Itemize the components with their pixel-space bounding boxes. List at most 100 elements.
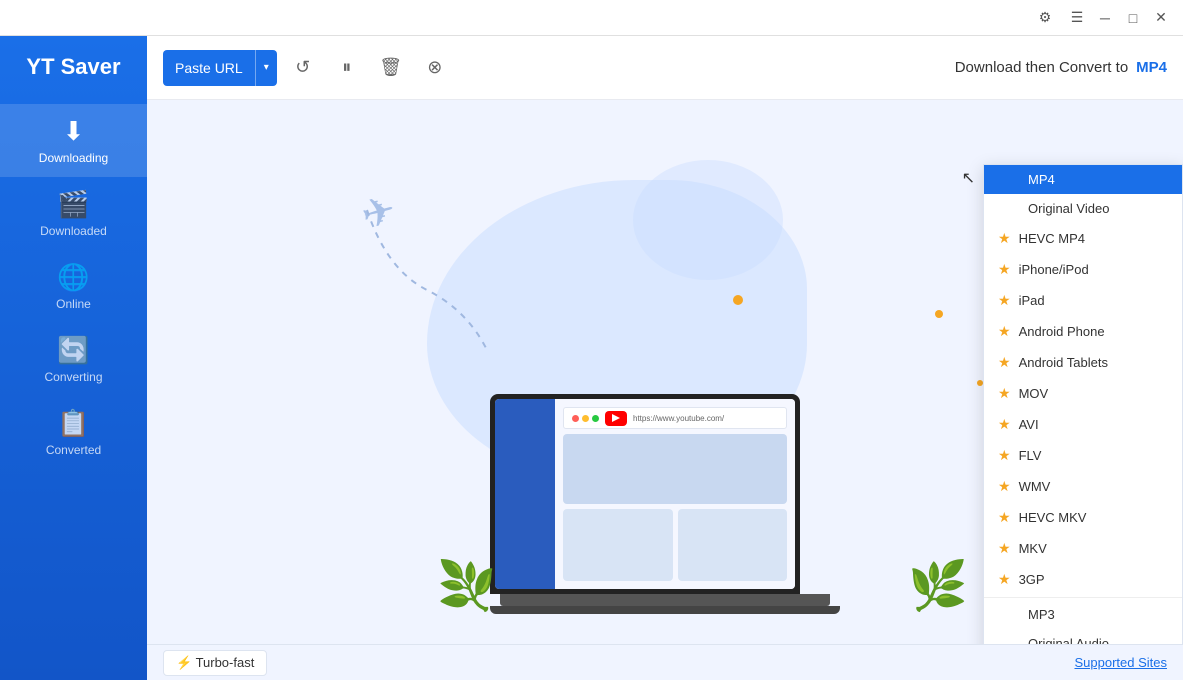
star-icon: ★ — [998, 416, 1011, 433]
laptop-screen: https://www.youtube.com/ — [495, 399, 795, 589]
star-icon: ★ — [998, 323, 1011, 340]
dropdown-item-mp4[interactable]: MP4 — [984, 165, 1182, 194]
dropdown-item-original-video[interactable]: Original Video — [984, 194, 1182, 223]
title-bar: ⚙ ☰ ─ □ ✕ — [0, 0, 1183, 36]
dropdown-item-label: 3GP — [1019, 572, 1045, 587]
sidebar-item-downloaded[interactable]: 🎬 Downloaded — [0, 177, 147, 250]
dropdown-item-iphone-ipod[interactable]: ★ iPhone/iPod — [984, 254, 1182, 285]
laptop-stand — [490, 606, 840, 614]
close-button[interactable]: ✕ — [1147, 4, 1175, 32]
plant-left: 🌿 — [437, 557, 497, 614]
dropdown-item-wmv[interactable]: ★ WMV — [984, 471, 1182, 502]
dropdown-item-mkv[interactable]: ★ MKV — [984, 533, 1182, 564]
dropdown-item-original-audio[interactable]: Original Audio — [984, 629, 1182, 644]
format-selector-link[interactable]: MP4 — [1136, 59, 1167, 76]
star-icon: ★ — [998, 385, 1011, 402]
menu-button[interactable]: ☰ — [1063, 4, 1091, 32]
dropdown-item-label: AVI — [1019, 417, 1039, 432]
gear-button[interactable]: ⚙ — [1031, 4, 1059, 32]
laptop-illustration: https://www.youtube.com/ — [490, 394, 840, 614]
dropdown-item-mov[interactable]: ★ MOV — [984, 378, 1182, 409]
paste-url-dropdown-arrow[interactable]: ▾ — [256, 50, 277, 86]
star-icon: ★ — [998, 354, 1011, 371]
sidebar-label-converting: Converting — [44, 370, 102, 384]
star-icon: ★ — [998, 261, 1011, 278]
dropdown-item-label: Original Video — [1028, 201, 1109, 216]
dropdown-item-label: MP3 — [1028, 607, 1055, 622]
dropdown-item-hevc-mkv[interactable]: ★ HEVC MKV — [984, 502, 1182, 533]
sidebar-label-online: Online — [56, 297, 91, 311]
dropdown-item-avi[interactable]: ★ AVI — [984, 409, 1182, 440]
star-icon: ★ — [998, 230, 1011, 247]
plant-right: 🌿 — [908, 557, 968, 614]
screen-traffic-lights — [572, 415, 599, 422]
sidebar-item-downloading[interactable]: ⬇ Downloading — [0, 104, 147, 177]
dot-red — [572, 415, 579, 422]
dot-yellow — [582, 415, 589, 422]
screen-address-bar: https://www.youtube.com/ — [563, 407, 787, 429]
dropdown-item-label: MOV — [1019, 386, 1049, 401]
dot-orange-1 — [733, 295, 743, 305]
dropdown-item-hevc-mp4[interactable]: ★ HEVC MP4 — [984, 223, 1182, 254]
star-icon: ★ — [998, 571, 1011, 588]
pause-button[interactable]: ⏸ — [329, 50, 365, 86]
dropdown-item-label: MP4 — [1028, 172, 1055, 187]
sidebar: YT Saver ⬇ Downloading 🎬 Downloaded 🌐 On… — [0, 36, 147, 680]
dropdown-item-label: HEVC MP4 — [1019, 231, 1085, 246]
convert-icon: 🔄 — [57, 335, 89, 366]
sidebar-item-converting[interactable]: 🔄 Converting — [0, 323, 147, 396]
supported-sites-link[interactable]: Supported Sites — [1074, 655, 1167, 670]
maximize-button[interactable]: □ — [1119, 4, 1147, 32]
screen-thumb-1 — [563, 509, 673, 581]
video-icon: 🎬 — [57, 189, 89, 220]
minimize-button[interactable]: ─ — [1091, 4, 1119, 32]
screen-content: https://www.youtube.com/ — [555, 399, 795, 589]
dropdown-item-label: Android Phone — [1019, 324, 1105, 339]
screen-large-thumb — [563, 434, 787, 504]
list-icon: 📋 — [57, 408, 89, 439]
star-icon: ★ — [998, 478, 1011, 495]
dropdown-item-label: iPhone/iPod — [1019, 262, 1089, 277]
dot-green — [592, 415, 599, 422]
youtube-button — [605, 411, 627, 426]
toolbar: Paste URL ▾ ↺ ⏸ 🗑 ⊗ Download then Conver… — [147, 36, 1183, 100]
globe-icon: 🌐 — [57, 262, 89, 293]
star-icon: ★ — [998, 540, 1011, 557]
cursor-indicator: ↖ — [962, 168, 975, 188]
dropdown-item-android-tablets[interactable]: ★ Android Tablets — [984, 347, 1182, 378]
laptop-screen-frame: https://www.youtube.com/ — [490, 394, 800, 594]
dropdown-item-android-phone[interactable]: ★ Android Phone — [984, 316, 1182, 347]
dashed-path-svg — [347, 190, 567, 370]
dropdown-separator — [984, 597, 1182, 598]
app-title: YT Saver — [26, 46, 120, 88]
dropdown-item-label: Original Audio — [1028, 636, 1109, 644]
dropdown-item-label: HEVC MKV — [1019, 510, 1087, 525]
sidebar-item-online[interactable]: 🌐 Online — [0, 250, 147, 323]
url-text: https://www.youtube.com/ — [633, 414, 724, 423]
content-area: ✈ — [147, 100, 1183, 644]
download-icon: ⬇ — [63, 116, 85, 147]
sidebar-item-converted[interactable]: 📋 Converted — [0, 396, 147, 469]
star-icon: ★ — [998, 509, 1011, 526]
settings-button[interactable]: ⊗ — [417, 50, 453, 86]
dropdown-item-ipad[interactable]: ★iPad — [984, 285, 1182, 316]
delete-button[interactable]: 🗑 — [373, 50, 409, 86]
sidebar-label-converted: Converted — [46, 443, 101, 457]
screen-sidebar — [495, 399, 555, 589]
laptop-base — [500, 594, 830, 606]
refresh-button[interactable]: ↺ — [285, 50, 321, 86]
turbo-badge: ⚡ Turbo-fast — [163, 650, 267, 676]
dropdown-item-3gp[interactable]: ★ 3GP — [984, 564, 1182, 595]
dropdown-item-flv[interactable]: ★FLV — [984, 440, 1182, 471]
dropdown-item-label: FLV — [1019, 448, 1042, 463]
screen-thumb-2 — [678, 509, 788, 581]
main-area: Paste URL ▾ ↺ ⏸ 🗑 ⊗ Download then Conver… — [147, 36, 1183, 680]
app-layout: YT Saver ⬇ Downloading 🎬 Downloaded 🌐 On… — [0, 36, 1183, 680]
paste-url-button[interactable]: Paste URL ▾ — [163, 50, 277, 86]
dropdown-item-mp3[interactable]: MP3 — [984, 600, 1182, 629]
dropdown-item-label: WMV — [1019, 479, 1051, 494]
dropdown-item-label: MKV — [1019, 541, 1047, 556]
screen-small-thumbs — [563, 509, 787, 581]
dropdown-item-label: Android Tablets — [1019, 355, 1108, 370]
bottom-bar: ⚡ Turbo-fast Supported Sites — [147, 644, 1183, 680]
